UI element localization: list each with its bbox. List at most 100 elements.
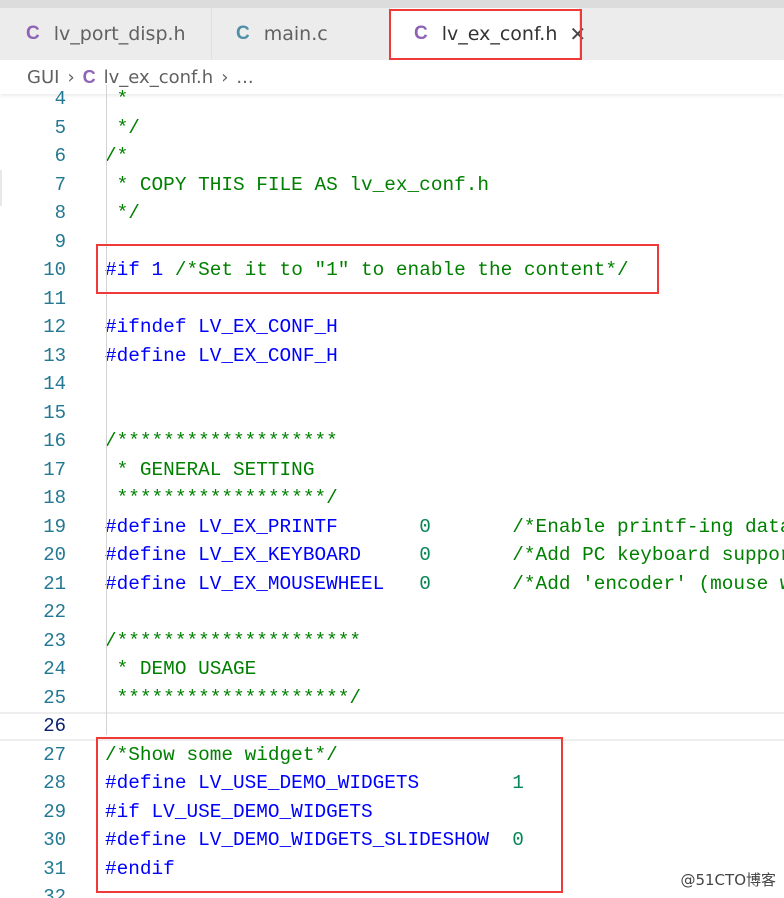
code-line[interactable]: 24 * DEMO USAGE xyxy=(0,655,784,684)
code-line[interactable]: 7 * COPY THIS FILE AS lv_ex_conf.h xyxy=(0,171,784,200)
title-strip xyxy=(0,0,784,8)
code-token: #define LV_EX_MOUSEWHEEL xyxy=(105,572,420,595)
code-token: * COPY THIS FILE AS lv_ex_conf.h xyxy=(105,173,489,196)
code-token: /* xyxy=(105,145,129,167)
code-line[interactable]: 23 /********************* xyxy=(0,627,784,656)
code-token: /*Add 'encoder' (mouse wheel xyxy=(512,572,784,595)
code-line[interactable]: 32 xyxy=(0,883,784,898)
line-number: 8 xyxy=(54,202,66,224)
line-number: 6 xyxy=(54,145,66,167)
code-text: * DEMO USAGE xyxy=(105,655,257,684)
c-file-icon: C xyxy=(414,23,428,44)
code-line[interactable]: 12 #ifndef LV_EX_CONF_H xyxy=(0,313,784,342)
code-line[interactable]: 25 ********************/ xyxy=(0,684,784,713)
line-number: 18 xyxy=(43,487,66,509)
code-line[interactable]: 15 xyxy=(0,399,784,428)
code-line[interactable]: 20 #define LV_EX_KEYBOARD 0 /*Add PC keyb… xyxy=(0,541,784,570)
code-text: ********************/ xyxy=(105,684,361,713)
line-number: 13 xyxy=(43,344,66,367)
code-text: #define LV_EX_PRINTF 0 /*Enable printf-i… xyxy=(105,513,784,542)
line-number: 27 xyxy=(43,743,66,766)
code-token: */ xyxy=(105,202,140,224)
indent-guide xyxy=(106,85,107,735)
code-line[interactable]: 17 * GENERAL SETTING xyxy=(0,456,784,485)
code-token: ********************/ xyxy=(105,686,361,709)
tab-label: main.c xyxy=(263,23,328,45)
tab-label: lv_ex_conf.h xyxy=(441,23,558,45)
line-number: 32 xyxy=(43,886,66,898)
code-line[interactable]: 8 */ xyxy=(0,199,784,228)
code-token: */ xyxy=(105,116,140,139)
code-editor[interactable]: 4 * 5 */6/* 7 * COPY THIS FILE AS lv_ex_co… xyxy=(0,85,784,898)
code-line[interactable]: 27 /*Show some widget*/ xyxy=(0,741,784,770)
line-number: 25 xyxy=(43,686,66,709)
code-text: * GENERAL SETTING xyxy=(105,456,315,485)
code-text: #define LV_EX_CONF_H xyxy=(105,342,338,371)
code-line[interactable]: 6 /* xyxy=(0,142,784,171)
code-line[interactable]: 22 xyxy=(0,598,784,627)
code-line[interactable]: 13 #define LV_EX_CONF_H xyxy=(0,342,784,371)
code-line[interactable]: 29 #if LV_USE_DEMO_WIDGETS xyxy=(0,798,784,827)
code-token: * DEMO USAGE xyxy=(105,658,257,680)
line-number: 17 xyxy=(43,458,66,481)
code-line[interactable]: 31 #endif xyxy=(0,855,784,884)
code-token: /********************* xyxy=(105,629,361,652)
code-text: */ xyxy=(105,114,140,143)
code-token: #ifndef LV_EX_CONF_H xyxy=(105,316,338,338)
code-line[interactable]: 21 #define LV_EX_MOUSEWHEEL 0 /*Add 'enco… xyxy=(0,570,784,599)
tab-lv-port-disp[interactable]: C lv_port_disp.h xyxy=(0,8,212,60)
code-line[interactable]: 11 xyxy=(0,285,784,314)
line-number: 15 xyxy=(43,401,66,424)
code-token: 0 xyxy=(419,515,431,538)
code-line[interactable]: 26 xyxy=(0,712,784,741)
code-token: 1 xyxy=(512,772,524,794)
code-line[interactable]: 19 #define LV_EX_PRINTF 0 /*Enable printf… xyxy=(0,513,784,542)
code-text: * xyxy=(105,85,129,114)
close-icon[interactable]: ✕ xyxy=(569,22,586,46)
line-number: 12 xyxy=(43,316,66,338)
code-line[interactable]: 14 xyxy=(0,370,784,399)
code-token: #define LV_EX_PRINTF xyxy=(105,515,420,538)
line-number: 5 xyxy=(54,116,66,139)
code-token: /******************* xyxy=(105,430,338,452)
code-text: #define LV_EX_KEYBOARD 0 /*Add PC keyboa… xyxy=(105,541,784,570)
code-token: #if LV_USE_DEMO_WIDGETS xyxy=(105,800,373,823)
code-token: #define LV_EX_KEYBOARD xyxy=(105,544,420,566)
code-token: 0 xyxy=(419,572,431,595)
code-line[interactable]: 10 #if 1 /*Set it to "1" to enable the co… xyxy=(0,256,784,285)
line-number: 4 xyxy=(54,88,66,110)
code-token: #define LV_USE_DEMO_WIDGETS xyxy=(105,772,513,794)
code-token: #endif xyxy=(105,857,175,880)
line-number: 23 xyxy=(43,629,66,652)
line-number: 9 xyxy=(54,230,66,253)
code-line[interactable]: 9 xyxy=(0,228,784,257)
tab-bar: C lv_port_disp.h C main.c C lv_ex_conf.h… xyxy=(0,8,784,60)
tab-main-c[interactable]: C main.c xyxy=(212,8,390,60)
line-number: 26 xyxy=(43,715,66,737)
scroll-indicator xyxy=(0,170,2,206)
line-number: 24 xyxy=(43,658,66,680)
code-text: /* xyxy=(105,142,128,171)
code-line[interactable]: 18 ******************/ xyxy=(0,484,784,513)
code-line[interactable]: 4 * xyxy=(0,85,784,114)
code-text: #define LV_EX_MOUSEWHEEL 0 /*Add 'encode… xyxy=(105,570,784,599)
code-text: /********************* xyxy=(105,627,361,656)
code-line[interactable]: 28 #define LV_USE_DEMO_WIDGETS 1 xyxy=(0,769,784,798)
code-text: #define LV_DEMO_WIDGETS_SLIDESHOW 0 xyxy=(105,826,524,855)
code-line[interactable]: 16 /******************* xyxy=(0,427,784,456)
tab-label: lv_port_disp.h xyxy=(53,23,186,45)
code-token: #define LV_DEMO_WIDGETS_SLIDESHOW xyxy=(105,829,513,851)
code-line[interactable]: 5 */ xyxy=(0,114,784,143)
line-number: 21 xyxy=(43,572,66,595)
code-token: /*Enable printf-ing data xyxy=(430,515,784,538)
tab-lv-ex-conf[interactable]: C lv_ex_conf.h ✕ xyxy=(390,8,586,60)
line-number: 19 xyxy=(43,515,66,538)
code-text: ******************/ xyxy=(105,484,338,513)
code-line[interactable]: 30 #define LV_DEMO_WIDGETS_SLIDESHOW 0 xyxy=(0,826,784,855)
line-number: 14 xyxy=(43,373,66,395)
code-text: #ifndef LV_EX_CONF_H xyxy=(105,313,338,342)
code-token: 0 xyxy=(419,544,431,566)
line-number: 22 xyxy=(43,601,66,623)
line-number: 20 xyxy=(43,544,66,566)
code-token: #if 1 xyxy=(105,259,175,281)
